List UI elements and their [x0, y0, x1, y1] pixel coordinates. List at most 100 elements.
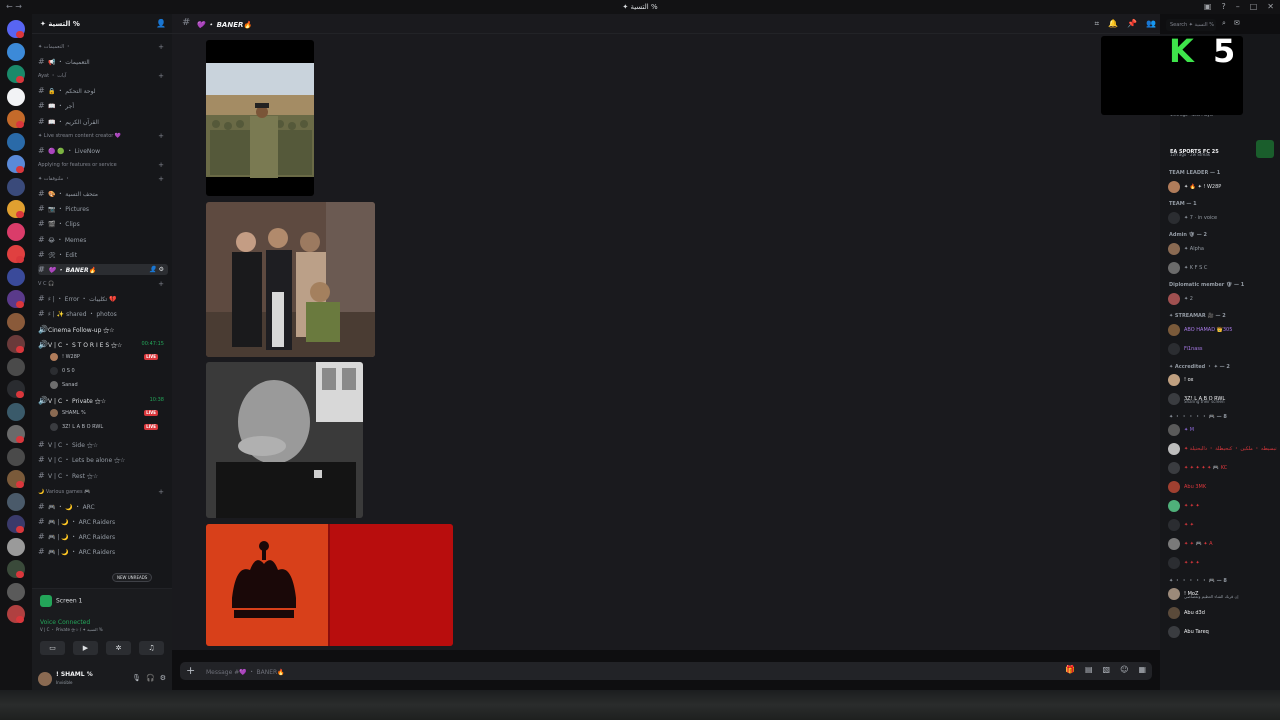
channel-category[interactable]: V C 🎧 + — [38, 279, 168, 290]
server-header[interactable]: ✦ التسية % 👤 — [32, 14, 172, 34]
member-item[interactable]: ✦ 2 — [1168, 292, 1278, 306]
channel-item[interactable]: # 📷 ・ Pictures — [38, 203, 168, 214]
server-icon[interactable] — [7, 42, 25, 61]
image-attachment[interactable] — [206, 40, 314, 196]
voice-channel-name[interactable]: V | C ・ Private ⚝☆ / ✦ التسية % — [40, 627, 103, 633]
server-icon[interactable] — [7, 177, 25, 196]
add-channel-icon[interactable]: + — [158, 160, 164, 171]
voice-user[interactable]: Sanad — [50, 379, 168, 391]
server-icon[interactable] — [7, 492, 25, 511]
add-member-icon[interactable]: 👤 — [156, 19, 166, 28]
add-channel-icon[interactable]: + — [158, 42, 164, 53]
server-icon[interactable] — [7, 357, 25, 376]
add-attachment-icon[interactable]: + — [186, 664, 195, 677]
member-item[interactable]: 3Z! L A B O RWL Sharing their screen — [1168, 392, 1278, 406]
add-channel-icon[interactable]: + — [158, 71, 164, 82]
member-item[interactable]: ✦ ✦ 🎮 ✦ A — [1168, 537, 1278, 551]
soundboard-button[interactable]: ♫ — [139, 641, 164, 655]
avatar[interactable] — [38, 672, 52, 686]
search-icon[interactable]: ⌕ — [1222, 19, 1226, 28]
channel-category[interactable]: ✦ Live stream content creator 💜 + — [38, 131, 168, 142]
back-forward-icons[interactable]: ← → — [6, 2, 22, 11]
channel-item[interactable]: # 🎬 ・ Clips — [38, 218, 168, 229]
server-name[interactable]: ✦ التسية % — [40, 20, 80, 28]
activity-button[interactable]: ✲ — [106, 641, 131, 655]
settings-gear-icon[interactable]: ⚙ — [160, 674, 166, 682]
channel-item[interactable]: # 🎮 | 🌙 ・ ARC Raiders — [38, 546, 168, 557]
channel-item[interactable]: # 📖 ・ القرآن الكريم — [38, 116, 168, 127]
window-controls[interactable]: ▣ ? – □ ✕ — [1204, 2, 1274, 11]
image-attachment[interactable] — [206, 362, 363, 518]
channel-item-active[interactable]: # 💜 ・ BANER🔥 👤 ⚙ — [38, 264, 168, 275]
channel-item[interactable]: 🔊V | C ・ Private ⚝☆ 10:38 — [38, 395, 168, 406]
minimize-button[interactable]: – — [1236, 2, 1240, 11]
maximize-button[interactable]: □ — [1250, 2, 1258, 11]
inbox-icon[interactable]: ▣ — [1204, 2, 1212, 11]
server-icon[interactable] — [7, 312, 25, 331]
member-item[interactable]: Fi1nass — [1168, 342, 1278, 356]
gift-icon[interactable]: 🎁 — [1065, 665, 1075, 674]
channel-category[interactable]: ✦ التعميمات ・ + — [38, 42, 168, 53]
threads-icon[interactable]: ⌗ — [1095, 19, 1100, 29]
channel-category[interactable]: ✦ ملتوقفات ・ + — [38, 174, 168, 185]
member-item[interactable]: Abu d3d — [1168, 606, 1278, 620]
channel-category[interactable]: 🌙 Various games 🎮 + — [38, 487, 168, 498]
sticker-icon[interactable]: ▧ — [1103, 665, 1111, 674]
add-channel-icon[interactable]: + — [158, 174, 164, 185]
add-channel-icon[interactable]: + — [158, 279, 164, 290]
screen-share-preview[interactable]: Screen 1 — [40, 595, 82, 607]
emoji-icon[interactable]: ☺ — [1120, 665, 1128, 674]
camera-button[interactable]: ▭ — [40, 641, 65, 655]
apps-icon[interactable]: ▦ — [1138, 665, 1146, 674]
add-channel-icon[interactable]: + — [158, 131, 164, 142]
channel-item[interactable]: # 🛠 ・ Edit — [38, 249, 168, 260]
channel-settings-icon[interactable]: 👤 ⚙ — [149, 264, 164, 275]
channel-item[interactable]: # 🎨 ・ متحف التسية — [38, 188, 168, 199]
voice-user[interactable]: SHAML % LIVE — [50, 407, 168, 419]
voice-user[interactable]: ! W28P LIVE — [50, 351, 168, 363]
member-item[interactable]: ✦ 🔥 ✦ ! W28P — [1168, 180, 1278, 194]
member-item[interactable]: ✦ ✦ ✦ — [1168, 499, 1278, 513]
activity-card[interactable]: EA SPORTS FC 25 12h ago · 2w Streak — [1168, 138, 1278, 160]
channel-item[interactable]: # 🎮 ・ 🌙 ・ ARC — [38, 501, 168, 512]
channel-item[interactable]: # 🎮 | 🌙 ・ ARC Raiders — [38, 516, 168, 527]
microphone-icon[interactable]: 🎙 — [132, 674, 141, 682]
member-item[interactable]: ! ox — [1168, 373, 1278, 387]
channel-item[interactable]: # 🟣 🟢 ・ LiveNow — [38, 145, 168, 156]
username[interactable]: ! SHAML % — [56, 671, 93, 678]
headphones-icon[interactable]: 🎧 — [146, 674, 155, 682]
channel-item[interactable]: # 📢 ・ التعميمات — [38, 56, 168, 67]
channel-item[interactable]: # V | C ・ Side ⚝☆ — [38, 439, 168, 450]
message-input[interactable]: Message #💜 ・ BANER🔥 — [206, 667, 285, 676]
image-attachment[interactable] — [206, 202, 375, 357]
voice-user[interactable]: 3Z! L A B O RWL LIVE — [50, 421, 168, 433]
member-item[interactable]: ✦ تبسيطه ・ ملكين ・ كنحيطلة ・ دالبحتيلة — [1168, 442, 1278, 456]
new-unreads-pill[interactable]: NEW UNREADS — [112, 573, 153, 582]
member-item[interactable]: ! MoZ إن قربك الشاء العظيم وتعصاصي — [1168, 587, 1278, 601]
image-attachment[interactable] — [206, 524, 453, 646]
server-icon[interactable] — [7, 447, 25, 466]
member-item[interactable]: Abu Tareq — [1168, 625, 1278, 639]
message-composer[interactable]: + Message #💜 ・ BANER🔥 🎁 ▤ ▧ ☺ ▦ — [180, 662, 1152, 680]
search-input[interactable]: Search ✦ التسية % — [1166, 19, 1216, 31]
channel-category[interactable]: Applying for features or service + — [38, 160, 168, 171]
member-item[interactable]: ✦ M — [1168, 423, 1278, 437]
stream-overlay[interactable]: K 5 — [1101, 32, 1243, 115]
member-list-icon[interactable]: 👥 — [1146, 19, 1156, 29]
server-icon[interactable] — [7, 87, 25, 106]
channel-category[interactable]: Ayat ・ آيات + — [38, 71, 168, 82]
channel-item[interactable]: # 🎮 | 🌙 ・ ARC Raiders — [38, 531, 168, 542]
voice-status[interactable]: Voice Connected — [40, 619, 90, 626]
member-item[interactable]: ABO HAMAD 👑305 — [1168, 323, 1278, 337]
channel-item[interactable]: # V | C ・ Lets be alone ⚝☆ — [38, 454, 168, 465]
member-item[interactable]: ✦ ✦ ✦ — [1168, 556, 1278, 570]
channel-item[interactable]: # 📖 ・ أجر — [38, 100, 168, 111]
member-item[interactable]: Abu 3MK — [1168, 480, 1278, 494]
channel-item[interactable]: 🔊V | C ・ S T O R I E S ⚝☆ 00:47:15 — [38, 339, 168, 350]
server-icon[interactable] — [7, 582, 25, 601]
server-icon[interactable] — [7, 222, 25, 241]
notification-bell-icon[interactable]: 🔔 — [1108, 19, 1118, 29]
member-item[interactable]: ✦ Alpha — [1168, 242, 1278, 256]
channel-item[interactable]: # ♯ | ✨ shared ・ photos — [38, 308, 168, 319]
close-button[interactable]: ✕ — [1267, 2, 1274, 11]
